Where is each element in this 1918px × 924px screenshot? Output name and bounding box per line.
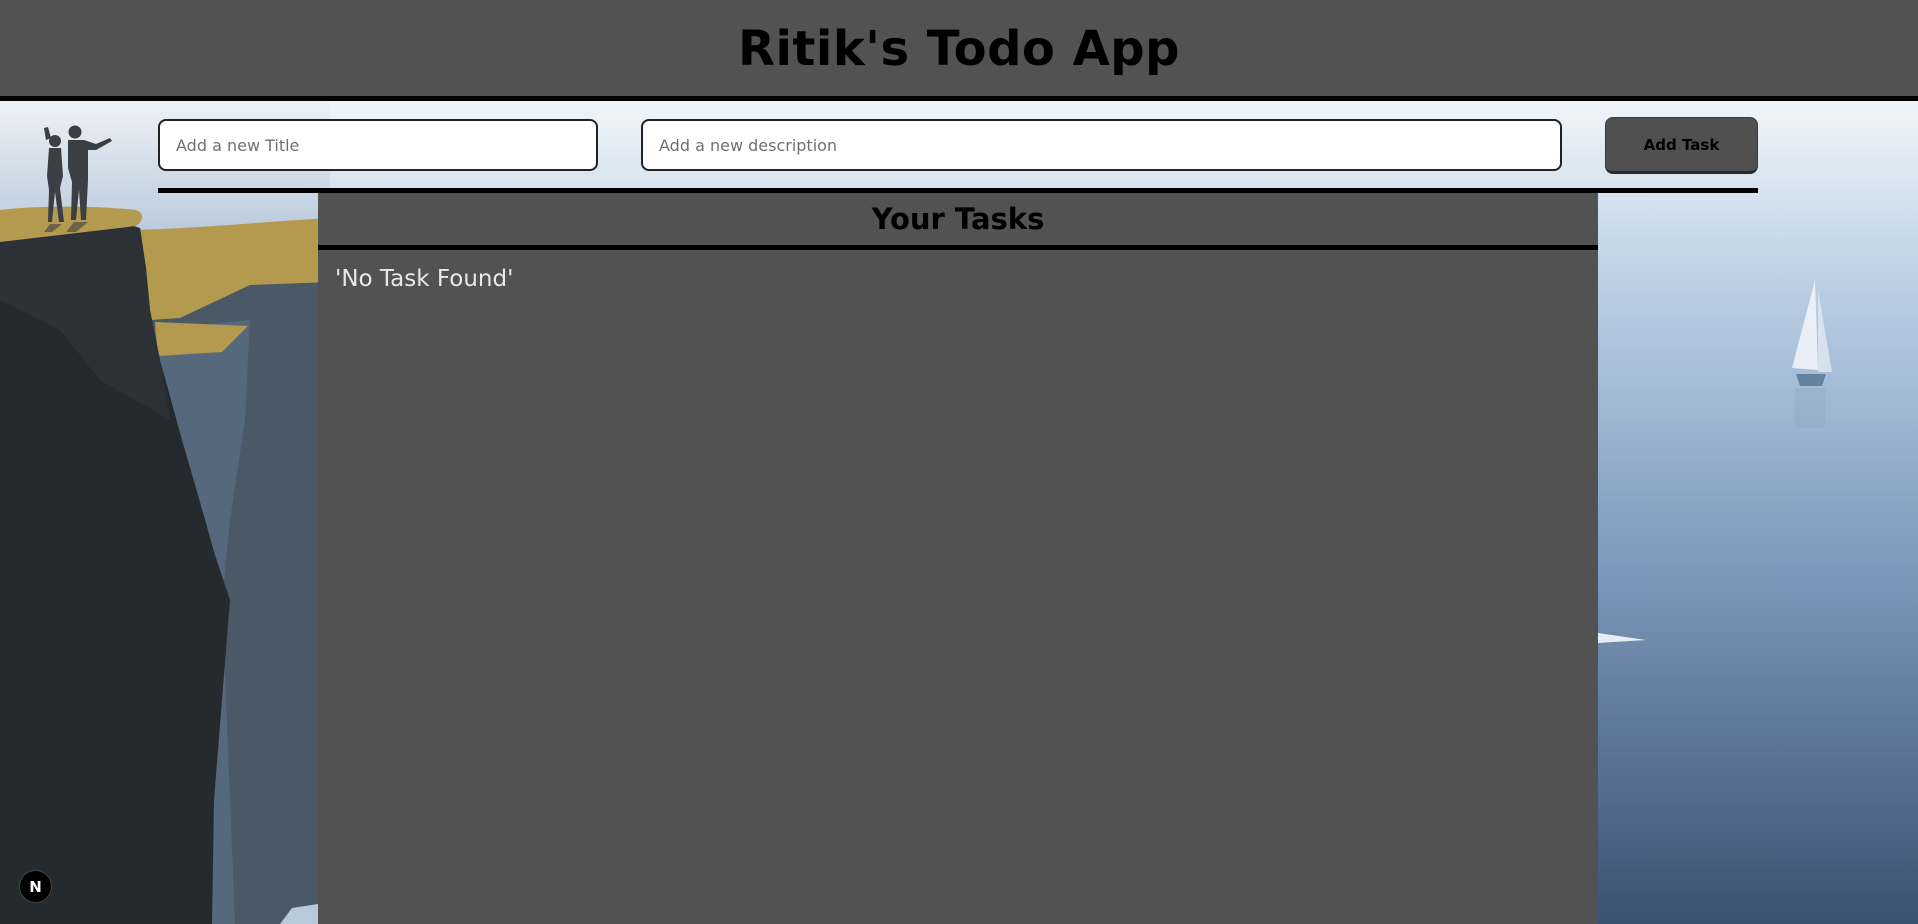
tasks-heading: Your Tasks [871, 202, 1045, 236]
tasks-heading-bar: Your Tasks [318, 193, 1598, 250]
nextjs-dev-badge[interactable]: N [19, 870, 52, 903]
app-header: Ritik's Todo App [0, 0, 1918, 101]
description-input[interactable] [641, 119, 1562, 171]
app-title: Ritik's Todo App [738, 21, 1180, 77]
add-task-form: Add Task [0, 101, 1918, 190]
title-input[interactable] [158, 119, 598, 171]
nextjs-icon: N [29, 877, 42, 896]
tasks-panel: Your Tasks 'No Task Found' [318, 193, 1598, 924]
add-task-button[interactable]: Add Task [1605, 117, 1758, 174]
empty-tasks-message: 'No Task Found' [335, 266, 514, 292]
